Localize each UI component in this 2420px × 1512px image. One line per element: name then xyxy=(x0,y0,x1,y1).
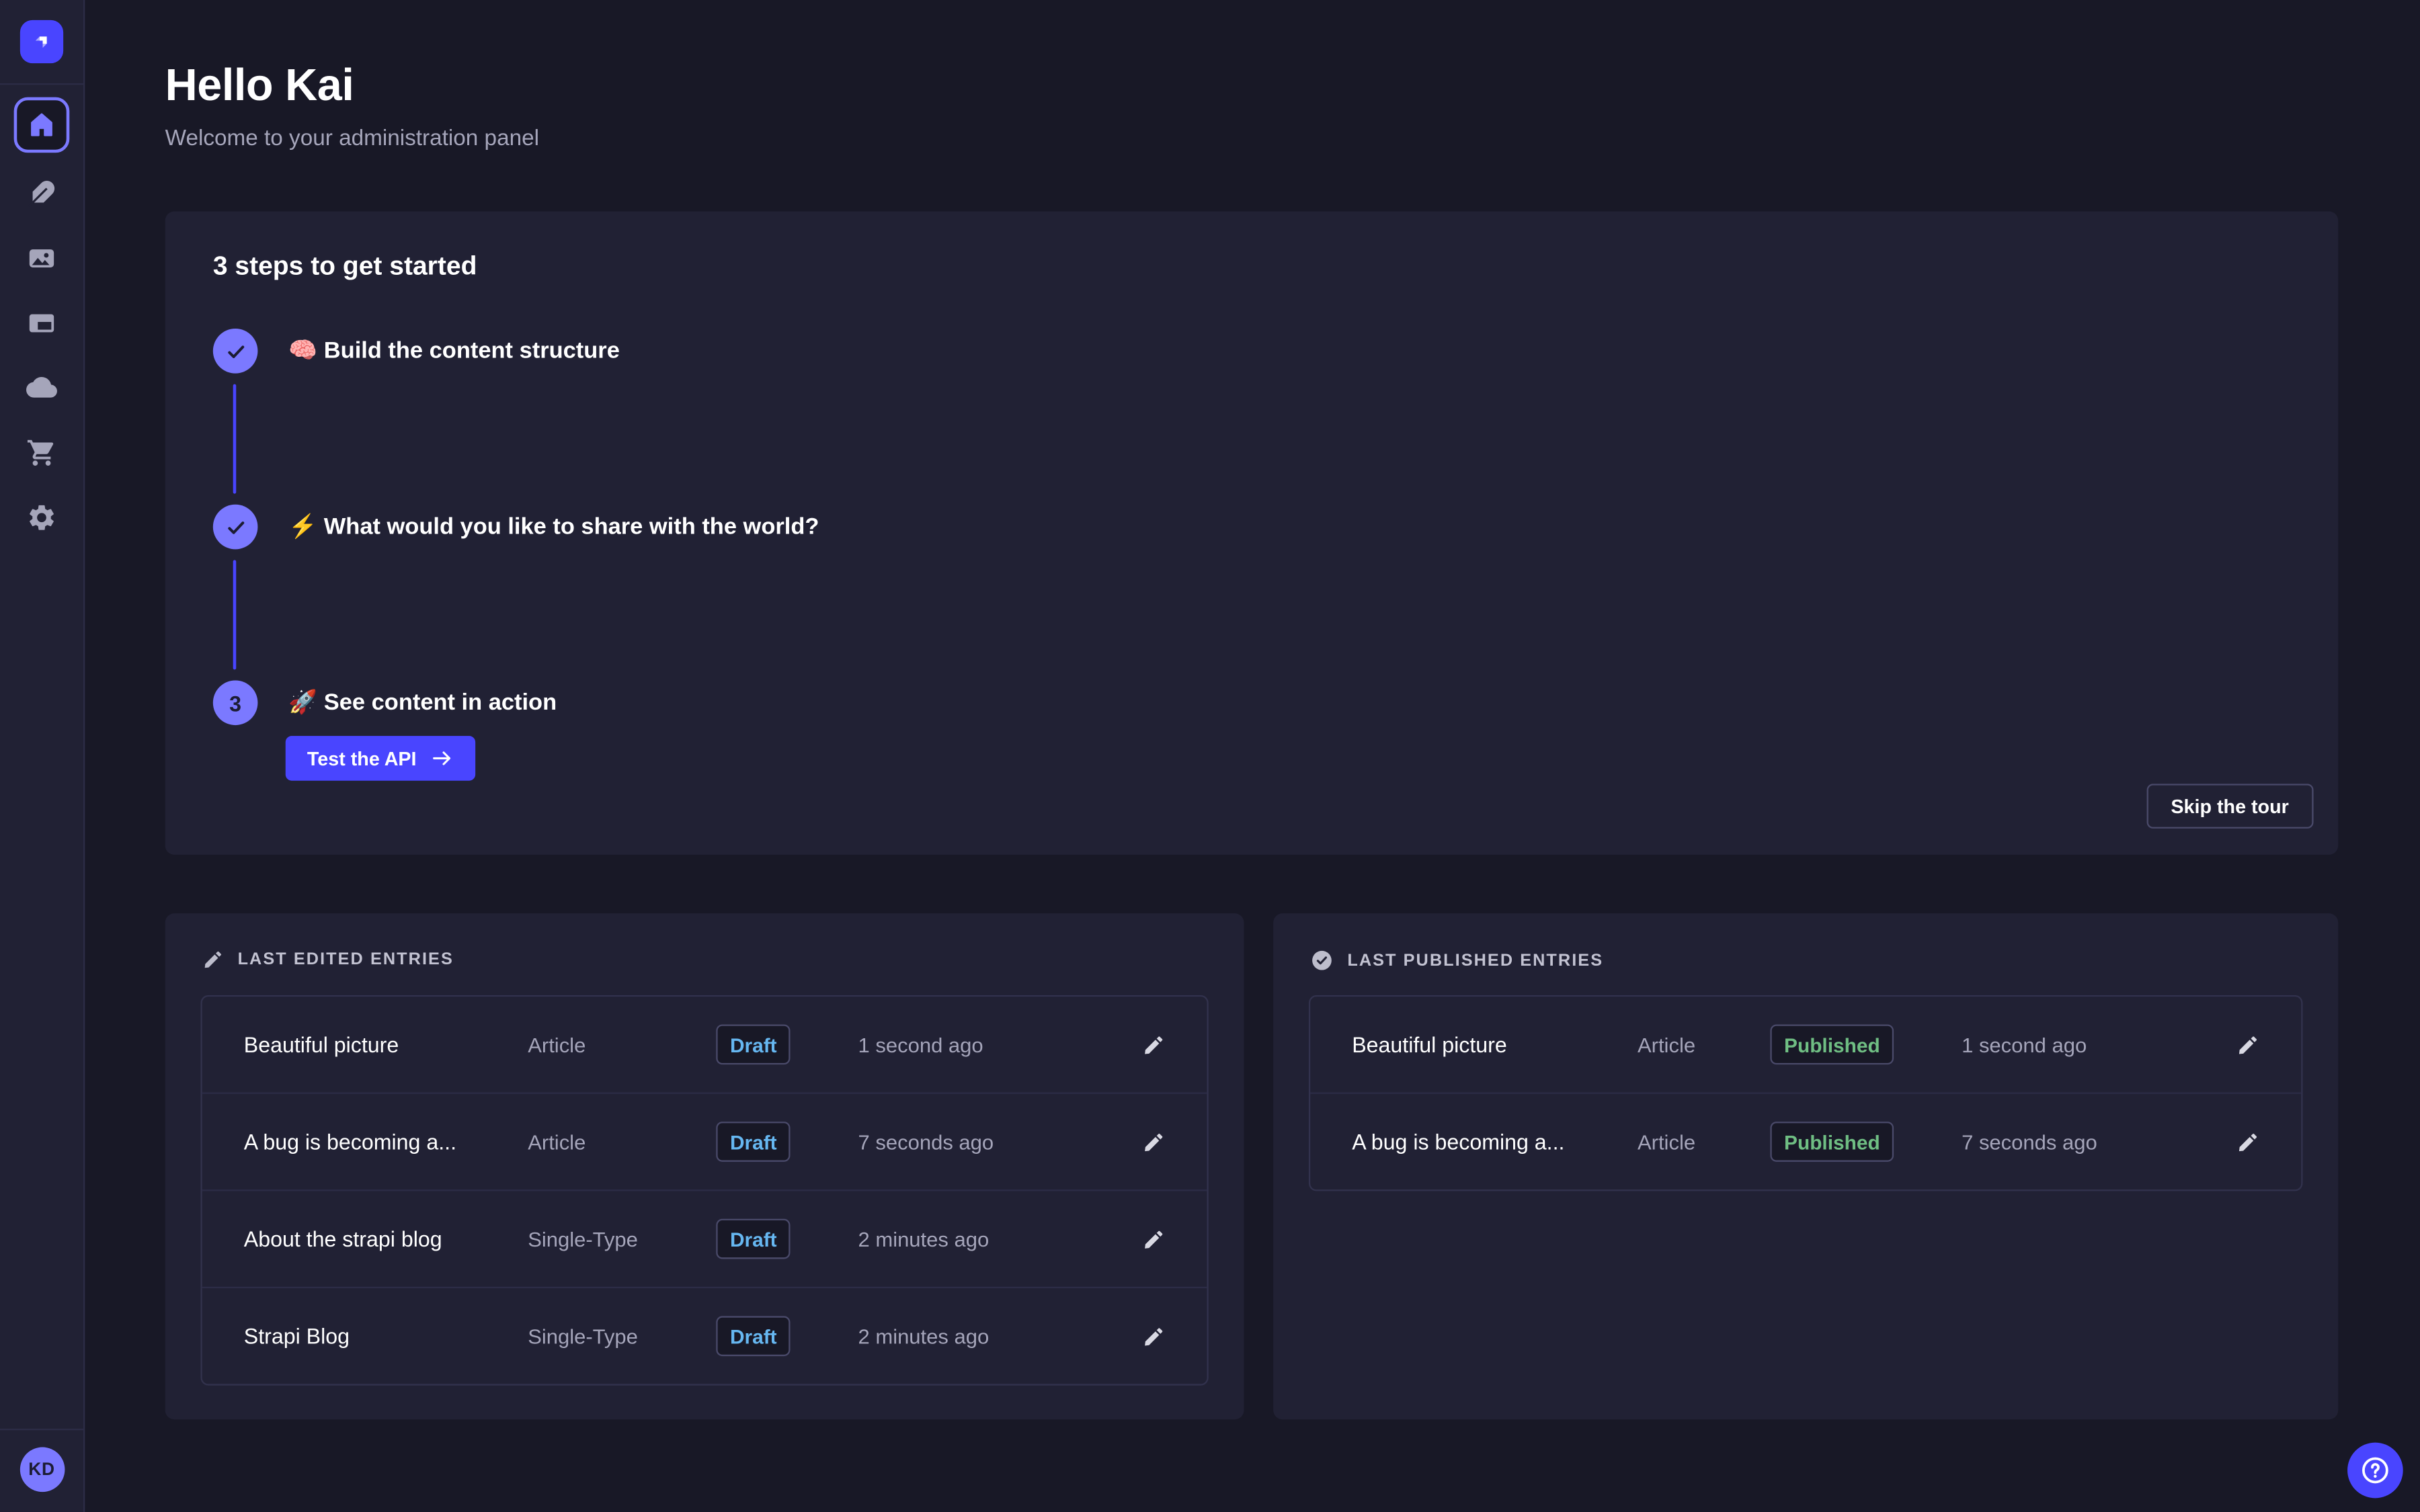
sidebar-divider xyxy=(0,83,83,85)
guided-tour-card: 3 steps to get started 🧠 Build the conte… xyxy=(165,212,2339,855)
gear-icon xyxy=(26,501,57,533)
table-row: Beautiful picture Article Published 1 se… xyxy=(1310,997,2301,1092)
pencil-icon xyxy=(1141,1033,1164,1056)
check-icon xyxy=(220,335,251,366)
cloud-icon xyxy=(26,370,57,405)
edit-entry-button[interactable] xyxy=(2224,1119,2270,1165)
page-subtitle: Welcome to your administration panel xyxy=(165,126,539,151)
table-row: Beautiful picture Article Draft 1 second… xyxy=(202,997,1207,1092)
check-icon xyxy=(220,511,251,542)
feather-icon xyxy=(26,177,57,209)
status-badge: Draft xyxy=(716,1219,791,1259)
pencil-icon xyxy=(1141,1227,1164,1250)
page-header: Hello Kai Welcome to your administration… xyxy=(165,62,539,151)
entry-kind: Article xyxy=(528,1130,716,1153)
entry-kind: Article xyxy=(1638,1130,1770,1153)
entry-title: Strapi Blog xyxy=(244,1324,528,1349)
entry-title: A bug is becoming a... xyxy=(1352,1130,1638,1154)
cta-label: Test the API xyxy=(307,747,417,769)
step-3-label: 🚀 See content in action xyxy=(288,680,557,725)
sidebar-item-marketplace[interactable] xyxy=(17,427,66,476)
guided-tour-title: 3 steps to get started xyxy=(213,251,477,282)
status-badge: Draft xyxy=(716,1122,791,1162)
edit-entry-button[interactable] xyxy=(1130,1119,1176,1165)
entry-title: A bug is becoming a... xyxy=(244,1130,528,1154)
strapi-logo[interactable] xyxy=(20,20,63,63)
last-edited-entries-panel: LAST EDITED ENTRIES Beautiful picture Ar… xyxy=(165,913,1244,1419)
images-icon xyxy=(26,241,57,274)
entry-title: Beautiful picture xyxy=(244,1032,528,1057)
sidebar: KD xyxy=(0,0,85,1512)
shopping-cart-icon xyxy=(26,436,57,468)
step-2-label: ⚡ What would you like to share with the … xyxy=(288,505,819,550)
sidebar-item-content-type-builder[interactable] xyxy=(17,298,66,347)
test-the-api-button[interactable]: Test the API xyxy=(286,736,475,781)
page-title: Hello Kai xyxy=(165,62,539,113)
check-circle-icon xyxy=(1310,949,1333,972)
step-connector xyxy=(233,384,237,494)
step-connector xyxy=(233,560,237,669)
pencil-icon xyxy=(2236,1130,2259,1153)
arrow-right-icon xyxy=(430,747,453,769)
entry-title: About the strapi blog xyxy=(244,1226,528,1251)
step-2-indicator xyxy=(213,505,258,550)
pencil-icon xyxy=(1141,1325,1164,1347)
last-published-entries-panel: LAST PUBLISHED ENTRIES Beautiful picture… xyxy=(1273,913,2338,1419)
step-1-indicator xyxy=(213,329,258,374)
entry-time: 1 second ago xyxy=(858,1033,1102,1056)
table-row: A bug is becoming a... Article Published… xyxy=(1310,1092,2301,1189)
step-1-label: 🧠 Build the content structure xyxy=(288,329,620,374)
pencil-icon xyxy=(2236,1033,2259,1056)
strapi-logo-icon xyxy=(30,20,54,63)
last-edited-table: Beautiful picture Article Draft 1 second… xyxy=(200,995,1208,1386)
entry-title: Beautiful picture xyxy=(1352,1032,1638,1057)
entry-time: 7 seconds ago xyxy=(1962,1130,2212,1153)
pencil-icon xyxy=(202,949,224,970)
sidebar-item-cloud[interactable] xyxy=(17,363,66,412)
entry-kind: Article xyxy=(528,1033,716,1056)
layout-icon xyxy=(26,306,57,339)
edit-entry-button[interactable] xyxy=(2224,1021,2270,1068)
skip-the-tour-button[interactable]: Skip the tour xyxy=(2146,784,2314,829)
question-mark-circle-icon xyxy=(2358,1454,2392,1488)
edit-entry-button[interactable] xyxy=(1130,1216,1176,1262)
sidebar-item-home[interactable] xyxy=(14,97,70,153)
caption-text: LAST PUBLISHED ENTRIES xyxy=(1347,951,1603,970)
sidebar-divider xyxy=(0,1429,83,1430)
step-3-indicator: 3 xyxy=(213,680,258,725)
caption-text: LAST EDITED ENTRIES xyxy=(238,950,454,969)
entry-time: 7 seconds ago xyxy=(858,1130,1102,1153)
status-badge: Draft xyxy=(716,1024,791,1064)
strapi-admin-homepage: KD Hello Kai Welcome to your administrat… xyxy=(0,0,2420,1512)
status-badge: Published xyxy=(1770,1024,1894,1064)
table-row: About the strapi blog Single-Type Draft … xyxy=(202,1189,1207,1287)
last-edited-caption: LAST EDITED ENTRIES xyxy=(202,949,454,970)
table-row: A bug is becoming a... Article Draft 7 s… xyxy=(202,1092,1207,1189)
home-icon xyxy=(26,110,57,140)
user-avatar[interactable]: KD xyxy=(19,1447,65,1493)
entry-kind: Article xyxy=(1638,1033,1770,1056)
sidebar-footer: KD xyxy=(0,1429,83,1512)
last-published-caption: LAST PUBLISHED ENTRIES xyxy=(1310,949,1603,972)
entry-time: 2 minutes ago xyxy=(858,1325,1102,1347)
entry-time: 1 second ago xyxy=(1962,1033,2212,1056)
table-row: Strapi Blog Single-Type Draft 2 minutes … xyxy=(202,1287,1207,1384)
status-badge: Published xyxy=(1770,1122,1894,1162)
sidebar-item-settings[interactable] xyxy=(17,492,66,541)
entry-kind: Single-Type xyxy=(528,1227,716,1250)
last-published-table: Beautiful picture Article Published 1 se… xyxy=(1309,995,2303,1191)
pencil-icon xyxy=(1141,1130,1164,1153)
edit-entry-button[interactable] xyxy=(1130,1313,1176,1359)
sidebar-item-media-library[interactable] xyxy=(17,233,66,282)
help-button[interactable] xyxy=(2347,1443,2403,1499)
status-badge: Draft xyxy=(716,1316,791,1356)
entry-kind: Single-Type xyxy=(528,1325,716,1347)
sidebar-item-content-manager[interactable] xyxy=(17,168,66,217)
step-number: 3 xyxy=(229,690,241,715)
edit-entry-button[interactable] xyxy=(1130,1021,1176,1068)
entry-time: 2 minutes ago xyxy=(858,1227,1102,1250)
